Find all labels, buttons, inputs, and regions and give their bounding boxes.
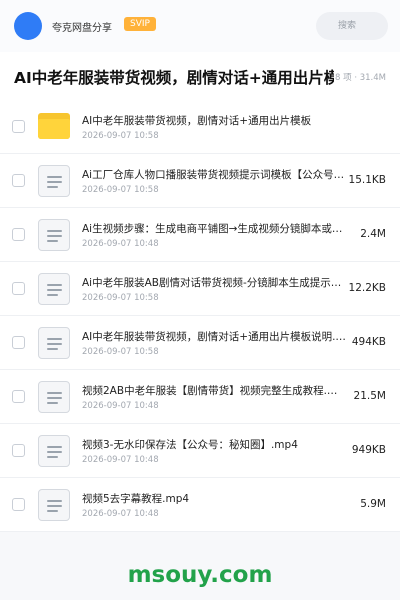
row-checkbox[interactable] xyxy=(12,174,25,187)
file-name: Ai生视频步骤：生成电商平铺图→生成视频分镜脚本或提示词.pdf xyxy=(82,223,346,235)
file-date: 2026-09-07 10:58 xyxy=(82,131,159,141)
row-checkbox[interactable] xyxy=(12,120,25,133)
file-name: Ai中老年服装AB剧情对话带货视频-分镜脚本生成提示词.docx xyxy=(82,277,346,289)
file-name: 视频3-无水印保存法【公众号：秘知圈】.mp4 xyxy=(82,439,298,451)
file-size: 949KB xyxy=(351,444,386,456)
file-size: 15.1KB xyxy=(348,174,386,186)
file-date: 2026-09-07 10:48 xyxy=(82,239,159,249)
top-bar: 夸克网盘分享 SVIP 搜索 xyxy=(0,0,400,52)
document-icon xyxy=(38,165,70,197)
file-date: 2026-09-07 10:48 xyxy=(82,401,159,411)
avatar[interactable] xyxy=(14,12,42,40)
row-checkbox[interactable] xyxy=(12,228,25,241)
folder-icon xyxy=(38,113,70,139)
folder-row[interactable]: AI中老年服装带货视频，剧情对话+通用出片模板 2026-09-07 10:58 xyxy=(0,100,400,154)
file-date: 2026-09-07 10:58 xyxy=(82,293,159,303)
document-icon xyxy=(38,489,70,521)
page-title: AI中老年服装带货视频，剧情对话+通用出片模板 xyxy=(14,69,334,87)
file-name: 视频5去字幕教程.mp4 xyxy=(82,493,190,505)
file-size: 5.9M xyxy=(360,498,386,510)
file-row[interactable]: AI中老年服装带货视频，剧情对话+通用出片模板说明.pdf 2026-09-07 … xyxy=(0,316,400,370)
file-row[interactable]: 视频5去字幕教程.mp4 2026-09-07 10:48 5.9M xyxy=(0,478,400,532)
file-date: 2026-09-07 10:48 xyxy=(82,509,159,519)
file-size: 2.4M xyxy=(360,228,386,240)
svip-badge: SVIP xyxy=(124,17,156,31)
file-row[interactable]: Ai生视频步骤：生成电商平铺图→生成视频分镜脚本或提示词.pdf 2026-09-… xyxy=(0,208,400,262)
file-count-size: 8 项 · 31.4M xyxy=(335,73,386,83)
watermark: msouy.com xyxy=(127,562,273,588)
file-name: 视频2AB中老年服装【剧情带货】视频完整生成教程.mp4 xyxy=(82,385,346,397)
file-date: 2026-09-07 10:58 xyxy=(82,347,159,357)
file-row[interactable]: Ai工厂仓库人物口播服装带货视频提示词模板【公众号：秘知圈】.docx 2026-… xyxy=(0,154,400,208)
file-row[interactable]: 视频2AB中老年服装【剧情带货】视频完整生成教程.mp4 2026-09-07 1… xyxy=(0,370,400,424)
file-size: 12.2KB xyxy=(348,282,386,294)
row-checkbox[interactable] xyxy=(12,336,25,349)
sharer-name: 夸克网盘分享 xyxy=(52,23,112,34)
row-checkbox[interactable] xyxy=(12,498,25,511)
file-name: AI中老年服装带货视频，剧情对话+通用出片模板说明.pdf xyxy=(82,331,346,343)
file-row[interactable]: Ai中老年服装AB剧情对话带货视频-分镜脚本生成提示词.docx 2026-09-… xyxy=(0,262,400,316)
file-date: 2026-09-07 10:48 xyxy=(82,455,159,465)
row-checkbox[interactable] xyxy=(12,282,25,295)
document-icon xyxy=(38,219,70,251)
search-input[interactable]: 搜索 xyxy=(316,12,388,40)
document-icon xyxy=(38,327,70,359)
row-checkbox[interactable] xyxy=(12,390,25,403)
document-icon xyxy=(38,435,70,467)
file-date: 2026-09-07 10:58 xyxy=(82,185,159,195)
title-bar: AI中老年服装带货视频，剧情对话+通用出片模板 8 项 · 31.4M xyxy=(0,52,400,100)
file-row[interactable]: 视频3-无水印保存法【公众号：秘知圈】.mp4 2026-09-07 10:48 9… xyxy=(0,424,400,478)
document-icon xyxy=(38,273,70,305)
file-name: Ai工厂仓库人物口播服装带货视频提示词模板【公众号：秘知圈】.docx xyxy=(82,169,346,181)
document-icon xyxy=(38,381,70,413)
file-size: 494KB xyxy=(351,336,386,348)
file-size: 21.5M xyxy=(353,390,386,402)
file-name: AI中老年服装带货视频，剧情对话+通用出片模板 xyxy=(82,115,312,127)
row-checkbox[interactable] xyxy=(12,444,25,457)
file-list: AI中老年服装带货视频，剧情对话+通用出片模板 2026-09-07 10:58 A… xyxy=(0,100,400,532)
